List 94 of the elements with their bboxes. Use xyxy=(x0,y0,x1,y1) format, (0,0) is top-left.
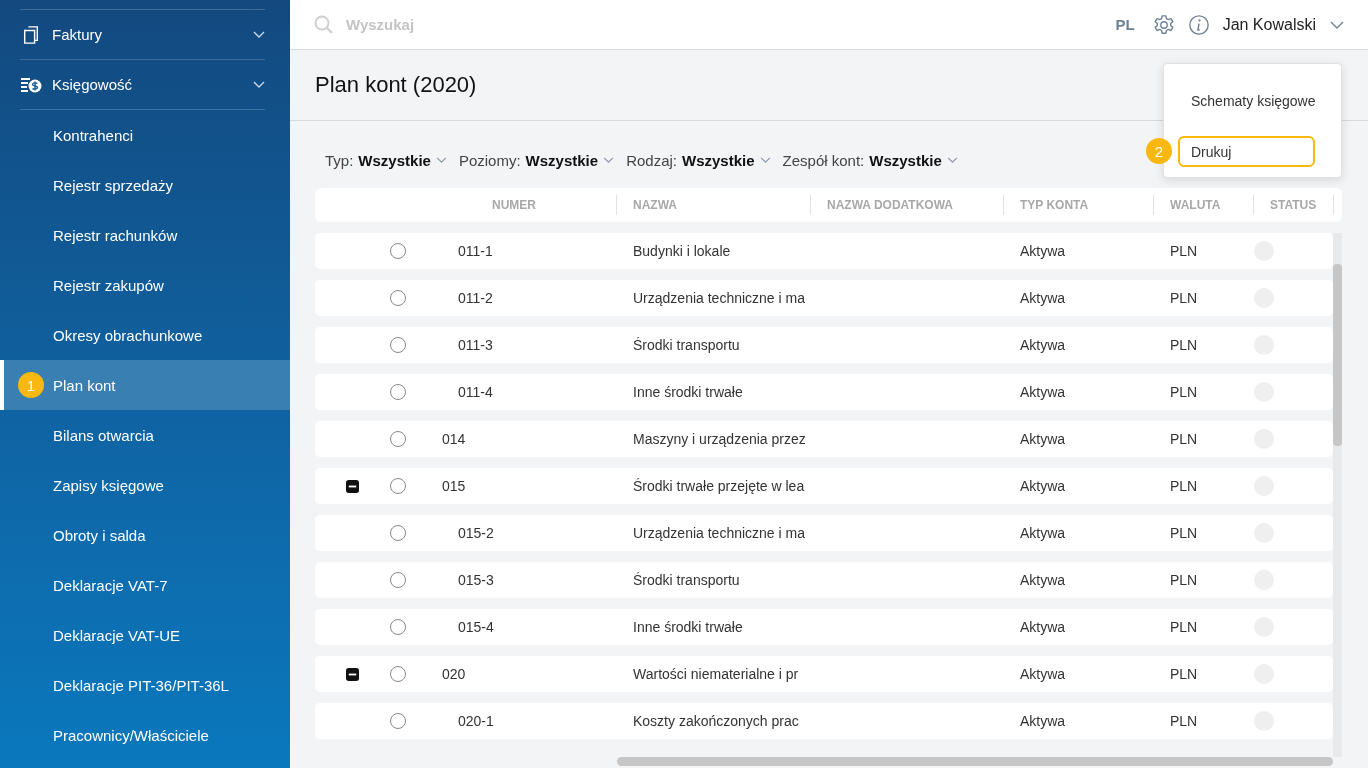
account-name: Środki transportu xyxy=(633,572,740,588)
currency: PLN xyxy=(1170,572,1198,588)
sidebar-item[interactable]: Bilans otwarcia xyxy=(0,410,290,460)
sidebar-item[interactable]: Kontrahenci xyxy=(0,110,290,160)
account-type: Aktywa xyxy=(1020,290,1066,306)
table-row[interactable]: 011-3 Środki transportu Aktywa PLN xyxy=(315,327,1333,363)
table-row[interactable]: 011-2 Urządzenia techniczne i ma Aktywa PLN xyxy=(315,280,1333,316)
table-row[interactable]: 015-3 Środki transportu Aktywa PLN xyxy=(315,562,1333,598)
table-row[interactable]: 011-1 Budynki i lokale Aktywa PLN xyxy=(315,233,1333,269)
menu-item[interactable]: Schematy księgowe xyxy=(1178,85,1315,116)
table-row[interactable]: 014 Maszyny i urządzenia przez Aktywa PLN xyxy=(315,421,1333,457)
account-name: Środki trwałe przejęte w lea xyxy=(633,478,805,494)
collapse-icon[interactable] xyxy=(346,479,359,493)
account-name: Maszyny i urządzenia przez xyxy=(633,431,806,447)
account-number: 011-4 xyxy=(458,384,493,400)
sidebar-section[interactable]: Faktury xyxy=(20,10,265,60)
account-name: Inne środki trwałe xyxy=(633,384,743,400)
filter-dropdown[interactable]: Zespół kont: Wszystkie xyxy=(782,150,958,170)
currency: PLN xyxy=(1170,384,1198,400)
filter-dropdown[interactable]: Poziomy: Wszystkie xyxy=(458,150,615,170)
account-type: Aktywa xyxy=(1020,525,1066,541)
search-icon xyxy=(314,14,334,35)
account-name: Inne środki trwałe xyxy=(633,619,743,635)
chevron-down-icon xyxy=(759,156,771,164)
account-number: 015-3 xyxy=(458,572,494,588)
account-type: Aktywa xyxy=(1020,666,1066,682)
account-type: Aktywa xyxy=(1020,337,1066,353)
account-type: Aktywa xyxy=(1020,572,1066,588)
search-field[interactable]: Wyszukaj xyxy=(344,15,549,34)
settings-icon[interactable] xyxy=(1152,13,1175,36)
table-row[interactable]: 020-1 Koszty zakończonych prac Aktywa PLN xyxy=(315,703,1333,739)
page-title: Plan kont (2020) xyxy=(315,72,477,98)
cash-coin-icon xyxy=(20,75,42,94)
currency: PLN xyxy=(1170,243,1198,259)
account-number: 015 xyxy=(442,478,466,494)
account-number: 015-4 xyxy=(458,619,494,635)
table-row[interactable]: 015-2 Urządzenia techniczne i ma Aktywa PLN xyxy=(315,515,1333,551)
account-name: Budynki i lokale xyxy=(633,243,731,259)
table-row[interactable]: 020 Wartości niematerialne i pr Aktywa PLN xyxy=(315,656,1333,692)
currency: PLN xyxy=(1170,525,1198,541)
collapse-icon[interactable] xyxy=(346,667,359,681)
vertical-scrollbar[interactable] xyxy=(1333,233,1342,757)
account-type: Aktywa xyxy=(1020,384,1066,400)
account-number: 014 xyxy=(442,431,466,447)
account-type: Aktywa xyxy=(1020,243,1066,259)
sidebar-item[interactable]: Rejestr zakupów xyxy=(0,260,290,310)
account-number: 011-2 xyxy=(458,290,493,306)
currency: PLN xyxy=(1170,666,1198,682)
account-name: Środki transportu xyxy=(633,337,740,353)
sidebar-item[interactable]: Okresy obrachunkowe xyxy=(0,310,290,360)
account-number: 011-1 xyxy=(458,243,493,259)
sidebar-item[interactable]: Deklaracje VAT-UE xyxy=(0,610,290,660)
currency: PLN xyxy=(1170,337,1198,353)
account-number: 020-1 xyxy=(458,713,494,729)
chevron-down-icon xyxy=(603,156,615,164)
account-name: Wartości niematerialne i pr xyxy=(633,666,799,682)
table-row[interactable]: 015 Środki trwałe przejęte w lea Aktywa PLN xyxy=(315,468,1333,504)
filter-dropdown[interactable]: Rodzaj: Wszystkie xyxy=(626,150,771,170)
account-number: 011-3 xyxy=(458,337,493,353)
sidebar-item[interactable]: Deklaracje PIT-36/PIT-36L xyxy=(0,660,290,710)
chevron-down-icon xyxy=(253,30,265,39)
table-row[interactable]: 011-4 Inne środki trwałe Aktywa PLN xyxy=(315,374,1333,410)
account-name: Urządzenia techniczne i ma xyxy=(633,525,805,541)
chevron-down-icon xyxy=(946,156,958,164)
chevron-down-icon[interactable] xyxy=(1330,20,1344,29)
account-number: 020 xyxy=(442,666,466,682)
sidebar-item[interactable]: Pracownicy/Właściciele xyxy=(0,710,290,760)
currency: PLN xyxy=(1170,431,1198,447)
sidebar-item[interactable]: Rejestr rachunków xyxy=(0,210,290,260)
step-badge: 2 xyxy=(1146,138,1172,164)
currency: PLN xyxy=(1170,478,1198,494)
account-name: Urządzenia techniczne i ma xyxy=(633,290,805,306)
account-type: Aktywa xyxy=(1020,478,1066,494)
filter-dropdown[interactable]: Typ: Wszystkie xyxy=(325,150,447,170)
sidebar-section[interactable]: Księgowość xyxy=(20,60,265,110)
language-code[interactable]: PL xyxy=(1115,16,1135,33)
currency: PLN xyxy=(1170,619,1198,635)
info-icon[interactable] xyxy=(1187,13,1210,36)
table-row[interactable]: 015-4 Inne środki trwałe Aktywa PLN xyxy=(315,609,1333,645)
sidebar-item[interactable]: Rejestr sprzedaży xyxy=(0,160,290,210)
account-type: Aktywa xyxy=(1020,619,1066,635)
account-type: Aktywa xyxy=(1020,713,1066,729)
horizontal-scrollbar[interactable] xyxy=(617,757,1333,766)
sidebar-item[interactable]: Obroty i salda xyxy=(0,510,290,560)
chevron-down-icon xyxy=(435,156,447,164)
account-name: Koszty zakończonych prac xyxy=(633,713,799,729)
menu-item[interactable]: Drukuj xyxy=(1178,136,1315,167)
sidebar-item[interactable]: Deklaracje VAT-7 xyxy=(0,560,290,610)
currency: PLN xyxy=(1170,290,1198,306)
currency: PLN xyxy=(1170,713,1198,729)
user-name[interactable]: Jan Kowalski xyxy=(1222,15,1316,34)
sidebar-item[interactable]: Zapisy księgowe xyxy=(0,460,290,510)
account-number: 015-2 xyxy=(458,525,494,541)
account-type: Aktywa xyxy=(1020,431,1066,447)
